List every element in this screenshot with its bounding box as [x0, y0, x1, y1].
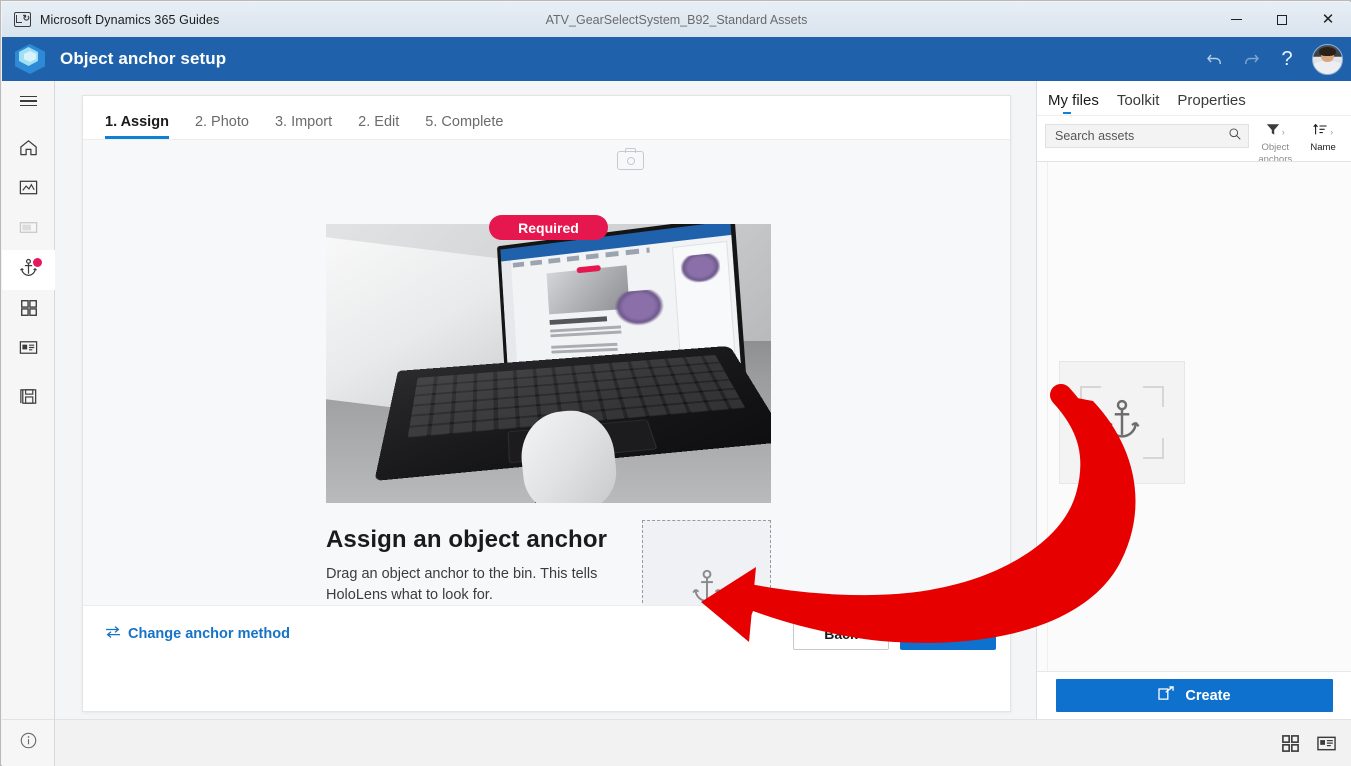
open-external-icon [1158, 686, 1175, 705]
content-description: Drag an object anchor to the bin. This t… [326, 564, 608, 606]
close-button[interactable]: ✕ [1305, 2, 1351, 37]
crop-bracket-icon [1143, 438, 1164, 459]
tab-photo[interactable]: 2. Photo [195, 114, 249, 139]
back-button[interactable]: Back [793, 618, 889, 650]
home-icon [18, 137, 39, 163]
tab-my-files[interactable]: My files [1048, 92, 1099, 115]
app-name: Microsoft Dynamics 365 Guides [40, 13, 219, 27]
anchor-icon [1101, 397, 1143, 448]
setup-card: 1. Assign 2. Photo 3. Import 2. Edit 5. … [82, 95, 1011, 712]
next-button[interactable]: Next [900, 618, 996, 650]
grid-view-icon[interactable] [1281, 734, 1300, 753]
header-actions: ? [1198, 37, 1343, 81]
app-window: ↻ Microsoft Dynamics 365 Guides ATV_Gear… [0, 0, 1351, 766]
instruction-photo [326, 224, 771, 503]
chevron-right-icon: › [1330, 127, 1333, 137]
main-canvas: 1. Assign 2. Photo 3. Import 2. Edit 5. … [55, 81, 1036, 719]
help-icon[interactable]: ? [1270, 42, 1304, 76]
card-body: Required [83, 140, 1010, 661]
sidebar-item-card[interactable] [2, 210, 55, 250]
tab-properties[interactable]: Properties [1177, 92, 1245, 115]
step-tabs: 1. Assign 2. Photo 3. Import 2. Edit 5. … [83, 96, 1010, 140]
crop-bracket-icon [1080, 386, 1101, 407]
filter-icon [1266, 123, 1280, 141]
list-divider [1047, 162, 1048, 685]
swap-icon [105, 625, 121, 643]
search-box[interactable] [1045, 124, 1249, 148]
right-panel-footer: Create [1037, 671, 1351, 719]
right-panel-toolbar: › Object anchors › Name [1037, 115, 1351, 161]
apps-grid-icon [19, 298, 39, 323]
crop-bracket-icon [1143, 386, 1164, 407]
sidebar-item-media[interactable] [2, 170, 55, 210]
sidebar-item-layout[interactable] [2, 330, 55, 370]
hamburger-icon [20, 96, 37, 107]
camera-icon [617, 148, 644, 170]
status-bar [55, 719, 1351, 766]
asset-list: st [1037, 161, 1351, 684]
sort-label: Name [1310, 142, 1335, 154]
list-item[interactable]: st [1059, 361, 1185, 504]
left-rail [2, 81, 55, 719]
sidebar-item-object-anchor[interactable] [2, 250, 55, 290]
maximize-button[interactable] [1259, 2, 1305, 37]
create-button[interactable]: Create [1056, 679, 1333, 712]
tab-toolkit[interactable]: Toolkit [1117, 92, 1160, 115]
asset-label: st [1117, 490, 1126, 504]
tab-complete[interactable]: 5. Complete [425, 114, 503, 139]
page-title: Object anchor setup [60, 49, 226, 69]
status-badge: Required [489, 215, 608, 240]
card-footer: Change anchor method Back Next [83, 605, 1010, 661]
search-input[interactable] [1055, 129, 1228, 143]
app-header: Object anchor setup ? [2, 37, 1351, 81]
undo-icon[interactable] [1198, 42, 1232, 76]
tab-import[interactable]: 3. Import [275, 114, 332, 139]
right-panel-tabs: My files Toolkit Properties [1037, 81, 1351, 115]
chevron-right-icon: › [1282, 127, 1285, 137]
title-bar: ↻ Microsoft Dynamics 365 Guides ATV_Gear… [2, 2, 1351, 37]
sidebar-item-home[interactable] [2, 130, 55, 170]
create-button-label: Create [1185, 688, 1230, 704]
media-chart-icon [18, 177, 39, 203]
sidebar-item-menu[interactable] [2, 81, 55, 121]
redo-icon[interactable] [1234, 42, 1268, 76]
asset-thumbnail[interactable] [1059, 361, 1185, 484]
detail-view-icon[interactable] [1316, 734, 1337, 753]
avatar[interactable] [1312, 44, 1343, 75]
sidebar-item-save[interactable] [2, 379, 55, 419]
window-controls: ✕ [1213, 2, 1351, 37]
sort-control[interactable]: › Name [1301, 124, 1345, 154]
right-panel: My files Toolkit Properties › Object anc… [1036, 81, 1351, 719]
rail-footer [2, 719, 55, 766]
guides-logo-icon [12, 42, 48, 76]
change-anchor-method-label: Change anchor method [128, 626, 290, 642]
sort-ascending-icon [1313, 123, 1328, 141]
tab-assign[interactable]: 1. Assign [105, 114, 169, 139]
layout-icon [18, 337, 39, 363]
save-icon [18, 386, 39, 412]
filter-control[interactable]: › Object anchors [1253, 124, 1297, 166]
tab-edit[interactable]: 2. Edit [358, 114, 399, 139]
info-icon[interactable] [19, 731, 38, 755]
sidebar-item-apps[interactable] [2, 290, 55, 330]
minimize-button[interactable] [1213, 2, 1259, 37]
crop-bracket-icon [1080, 438, 1101, 459]
change-anchor-method-button[interactable]: Change anchor method [105, 625, 290, 643]
card-icon [18, 217, 39, 243]
app-icon: ↻ [14, 12, 31, 27]
search-icon [1228, 127, 1242, 146]
content-heading: Assign an object anchor [326, 526, 607, 554]
notification-dot [33, 258, 42, 267]
